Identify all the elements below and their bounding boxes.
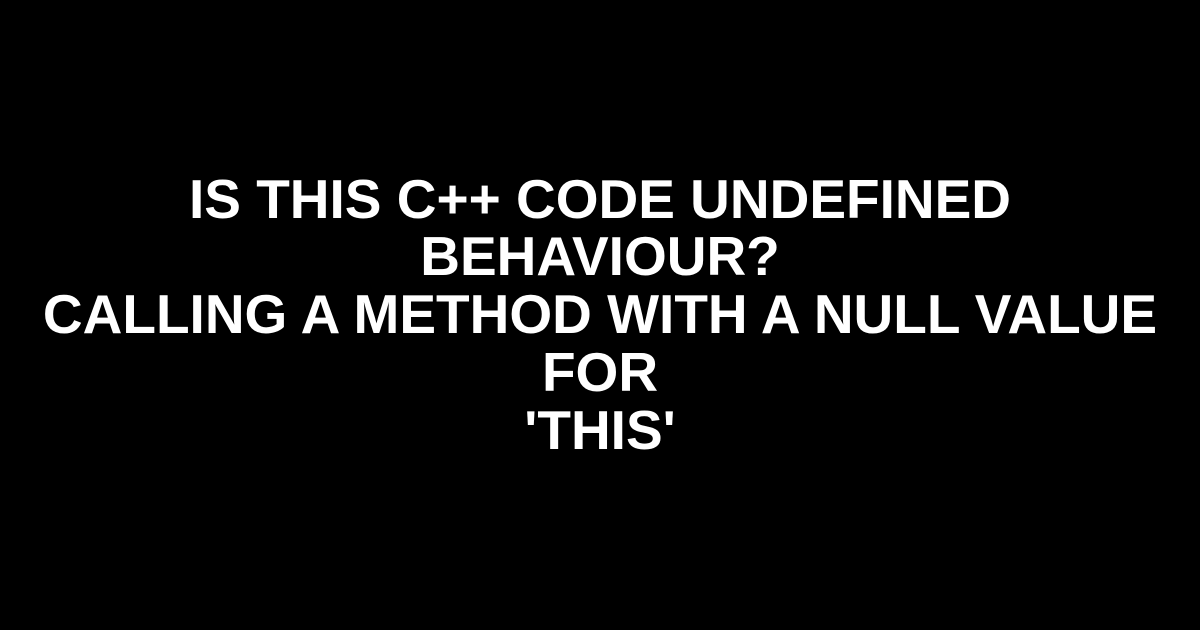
- title-line-1: IS THIS C++ CODE UNDEFINED BEHAVIOUR?: [40, 171, 1160, 287]
- title-container: IS THIS C++ CODE UNDEFINED BEHAVIOUR? CA…: [0, 171, 1200, 460]
- title-line-2: CALLING A METHOD WITH A NULL VALUE FOR: [40, 286, 1160, 402]
- title-line-3: 'THIS': [40, 402, 1160, 460]
- title-text: IS THIS C++ CODE UNDEFINED BEHAVIOUR? CA…: [40, 171, 1160, 460]
